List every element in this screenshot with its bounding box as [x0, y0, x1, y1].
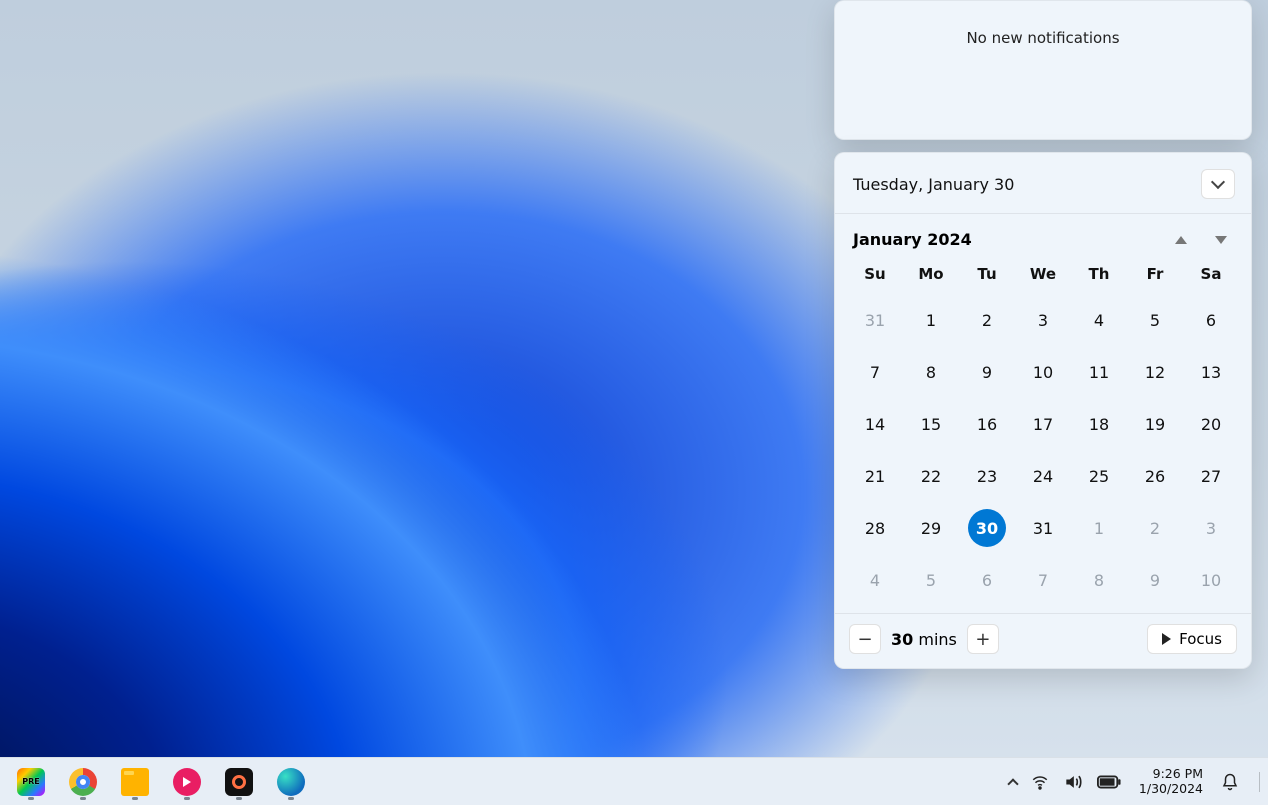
- calendar-day[interactable]: 18: [1071, 405, 1127, 443]
- calendar-day[interactable]: 19: [1127, 405, 1183, 443]
- tray-overflow-button[interactable]: [1009, 776, 1017, 788]
- calendar-day[interactable]: 26: [1127, 457, 1183, 495]
- notifications-empty-text: No new notifications: [966, 29, 1119, 47]
- taskbar-apps: PRE: [8, 762, 312, 802]
- calendar-day[interactable]: 17: [1015, 405, 1071, 443]
- calendar-prev-month-button[interactable]: [1175, 236, 1187, 244]
- calendar-panel: Tuesday, January 30 January 2024 SuMoTuW…: [834, 152, 1252, 669]
- calendar-day[interactable]: 7: [847, 353, 903, 391]
- taskbar-date: 1/30/2024: [1139, 782, 1203, 796]
- calendar-collapse-button[interactable]: [1201, 169, 1235, 199]
- calendar-day[interactable]: 10: [1015, 353, 1071, 391]
- calendar-day[interactable]: 24: [1015, 457, 1071, 495]
- calendar-day[interactable]: 16: [959, 405, 1015, 443]
- calendar-day[interactable]: 15: [903, 405, 959, 443]
- chevron-up-icon: [1007, 778, 1018, 789]
- calendar-day[interactable]: 3: [1183, 509, 1239, 547]
- calendar-next-month-button[interactable]: [1215, 236, 1227, 244]
- calendar-day[interactable]: 13: [1183, 353, 1239, 391]
- calendar-day[interactable]: 27: [1183, 457, 1239, 495]
- wifi-icon[interactable]: [1031, 773, 1049, 791]
- taskbar-running-indicator: [28, 797, 34, 800]
- calendar-dow: Tu: [959, 265, 1015, 287]
- calendar-grid: SuMoTuWeThFrSa31123456789101112131415161…: [835, 255, 1251, 613]
- taskbar-time: 9:26 PM: [1139, 767, 1203, 781]
- calendar-day[interactable]: 11: [1071, 353, 1127, 391]
- calendar-dow: Su: [847, 265, 903, 287]
- calendar-day[interactable]: 5: [903, 561, 959, 599]
- calendar-day[interactable]: 28: [847, 509, 903, 547]
- focus-duration-number: 30: [891, 630, 913, 649]
- calendar-day[interactable]: 23: [959, 457, 1015, 495]
- calendar-day[interactable]: 2: [1127, 509, 1183, 547]
- calendar-date-line[interactable]: Tuesday, January 30: [853, 175, 1014, 194]
- calendar-day[interactable]: 1: [1071, 509, 1127, 547]
- notifications-panel: No new notifications: [834, 0, 1252, 140]
- calendar-day[interactable]: 8: [903, 353, 959, 391]
- taskbar-app-edge[interactable]: [270, 762, 312, 802]
- calendar-month-title[interactable]: January 2024: [853, 230, 972, 249]
- calendar-day[interactable]: 14: [847, 405, 903, 443]
- calendar-dow: Th: [1071, 265, 1127, 287]
- calendar-day[interactable]: 22: [903, 457, 959, 495]
- taskbar-running-indicator: [184, 797, 190, 800]
- edge-icon: [277, 768, 305, 796]
- calendar-dow: Mo: [903, 265, 959, 287]
- calendar-dow: Sa: [1183, 265, 1239, 287]
- dark-app-icon: [225, 768, 253, 796]
- calendar-day[interactable]: 29: [903, 509, 959, 547]
- calendar-day[interactable]: 21: [847, 457, 903, 495]
- calendar-dow: We: [1015, 265, 1071, 287]
- calendar-day[interactable]: 6: [1183, 301, 1239, 339]
- focus-increase-button[interactable]: +: [967, 624, 999, 654]
- calendar-day[interactable]: 20: [1183, 405, 1239, 443]
- taskbar-app-chrome[interactable]: [62, 762, 104, 802]
- calendar-day[interactable]: 8: [1071, 561, 1127, 599]
- calendar-day[interactable]: 3: [1015, 301, 1071, 339]
- calendar-day[interactable]: 12: [1127, 353, 1183, 391]
- calendar-day[interactable]: 10: [1183, 561, 1239, 599]
- taskbar-running-indicator: [80, 797, 86, 800]
- taskbar-running-indicator: [132, 797, 138, 800]
- calendar-day-today[interactable]: 30: [968, 509, 1006, 547]
- chevron-down-icon: [1211, 175, 1225, 189]
- volume-icon[interactable]: [1063, 772, 1083, 792]
- taskbar-app-powertoys[interactable]: PRE: [10, 762, 52, 802]
- taskbar-app-file-explorer[interactable]: [114, 762, 156, 802]
- taskbar-clock[interactable]: 9:26 PM 1/30/2024: [1135, 767, 1207, 796]
- focus-decrease-button[interactable]: −: [849, 624, 881, 654]
- calendar-day[interactable]: 7: [1015, 561, 1071, 599]
- calendar-dow: Fr: [1127, 265, 1183, 287]
- calendar-day[interactable]: 31: [1015, 509, 1071, 547]
- file-explorer-icon: [121, 768, 149, 796]
- focus-button-label: Focus: [1179, 630, 1222, 648]
- show-desktop-sliver[interactable]: [1259, 772, 1260, 792]
- calendar-day[interactable]: 2: [959, 301, 1015, 339]
- taskbar-running-indicator: [236, 797, 242, 800]
- calendar-day[interactable]: 9: [959, 353, 1015, 391]
- play-icon: [1162, 633, 1171, 645]
- calendar-day[interactable]: 5: [1127, 301, 1183, 339]
- calendar-day[interactable]: 9: [1127, 561, 1183, 599]
- focus-duration-unit: mins: [918, 630, 957, 649]
- focus-duration: 30 mins: [891, 630, 957, 649]
- taskbar-app-dark-app[interactable]: [218, 762, 260, 802]
- taskbar: PRE 9:26 PM 1/30/2024: [0, 757, 1268, 805]
- taskbar-running-indicator: [288, 797, 294, 800]
- powertoys-icon: PRE: [17, 768, 45, 796]
- battery-icon[interactable]: [1097, 775, 1121, 789]
- chrome-icon: [69, 768, 97, 796]
- calendar-day[interactable]: 31: [847, 301, 903, 339]
- calendar-day[interactable]: 1: [903, 301, 959, 339]
- pink-app-icon: [173, 768, 201, 796]
- notifications-button[interactable]: [1221, 773, 1239, 791]
- calendar-day[interactable]: 4: [1071, 301, 1127, 339]
- calendar-day[interactable]: 6: [959, 561, 1015, 599]
- taskbar-app-pink-app[interactable]: [166, 762, 208, 802]
- focus-start-button[interactable]: Focus: [1147, 624, 1237, 654]
- calendar-day[interactable]: 25: [1071, 457, 1127, 495]
- calendar-day[interactable]: 4: [847, 561, 903, 599]
